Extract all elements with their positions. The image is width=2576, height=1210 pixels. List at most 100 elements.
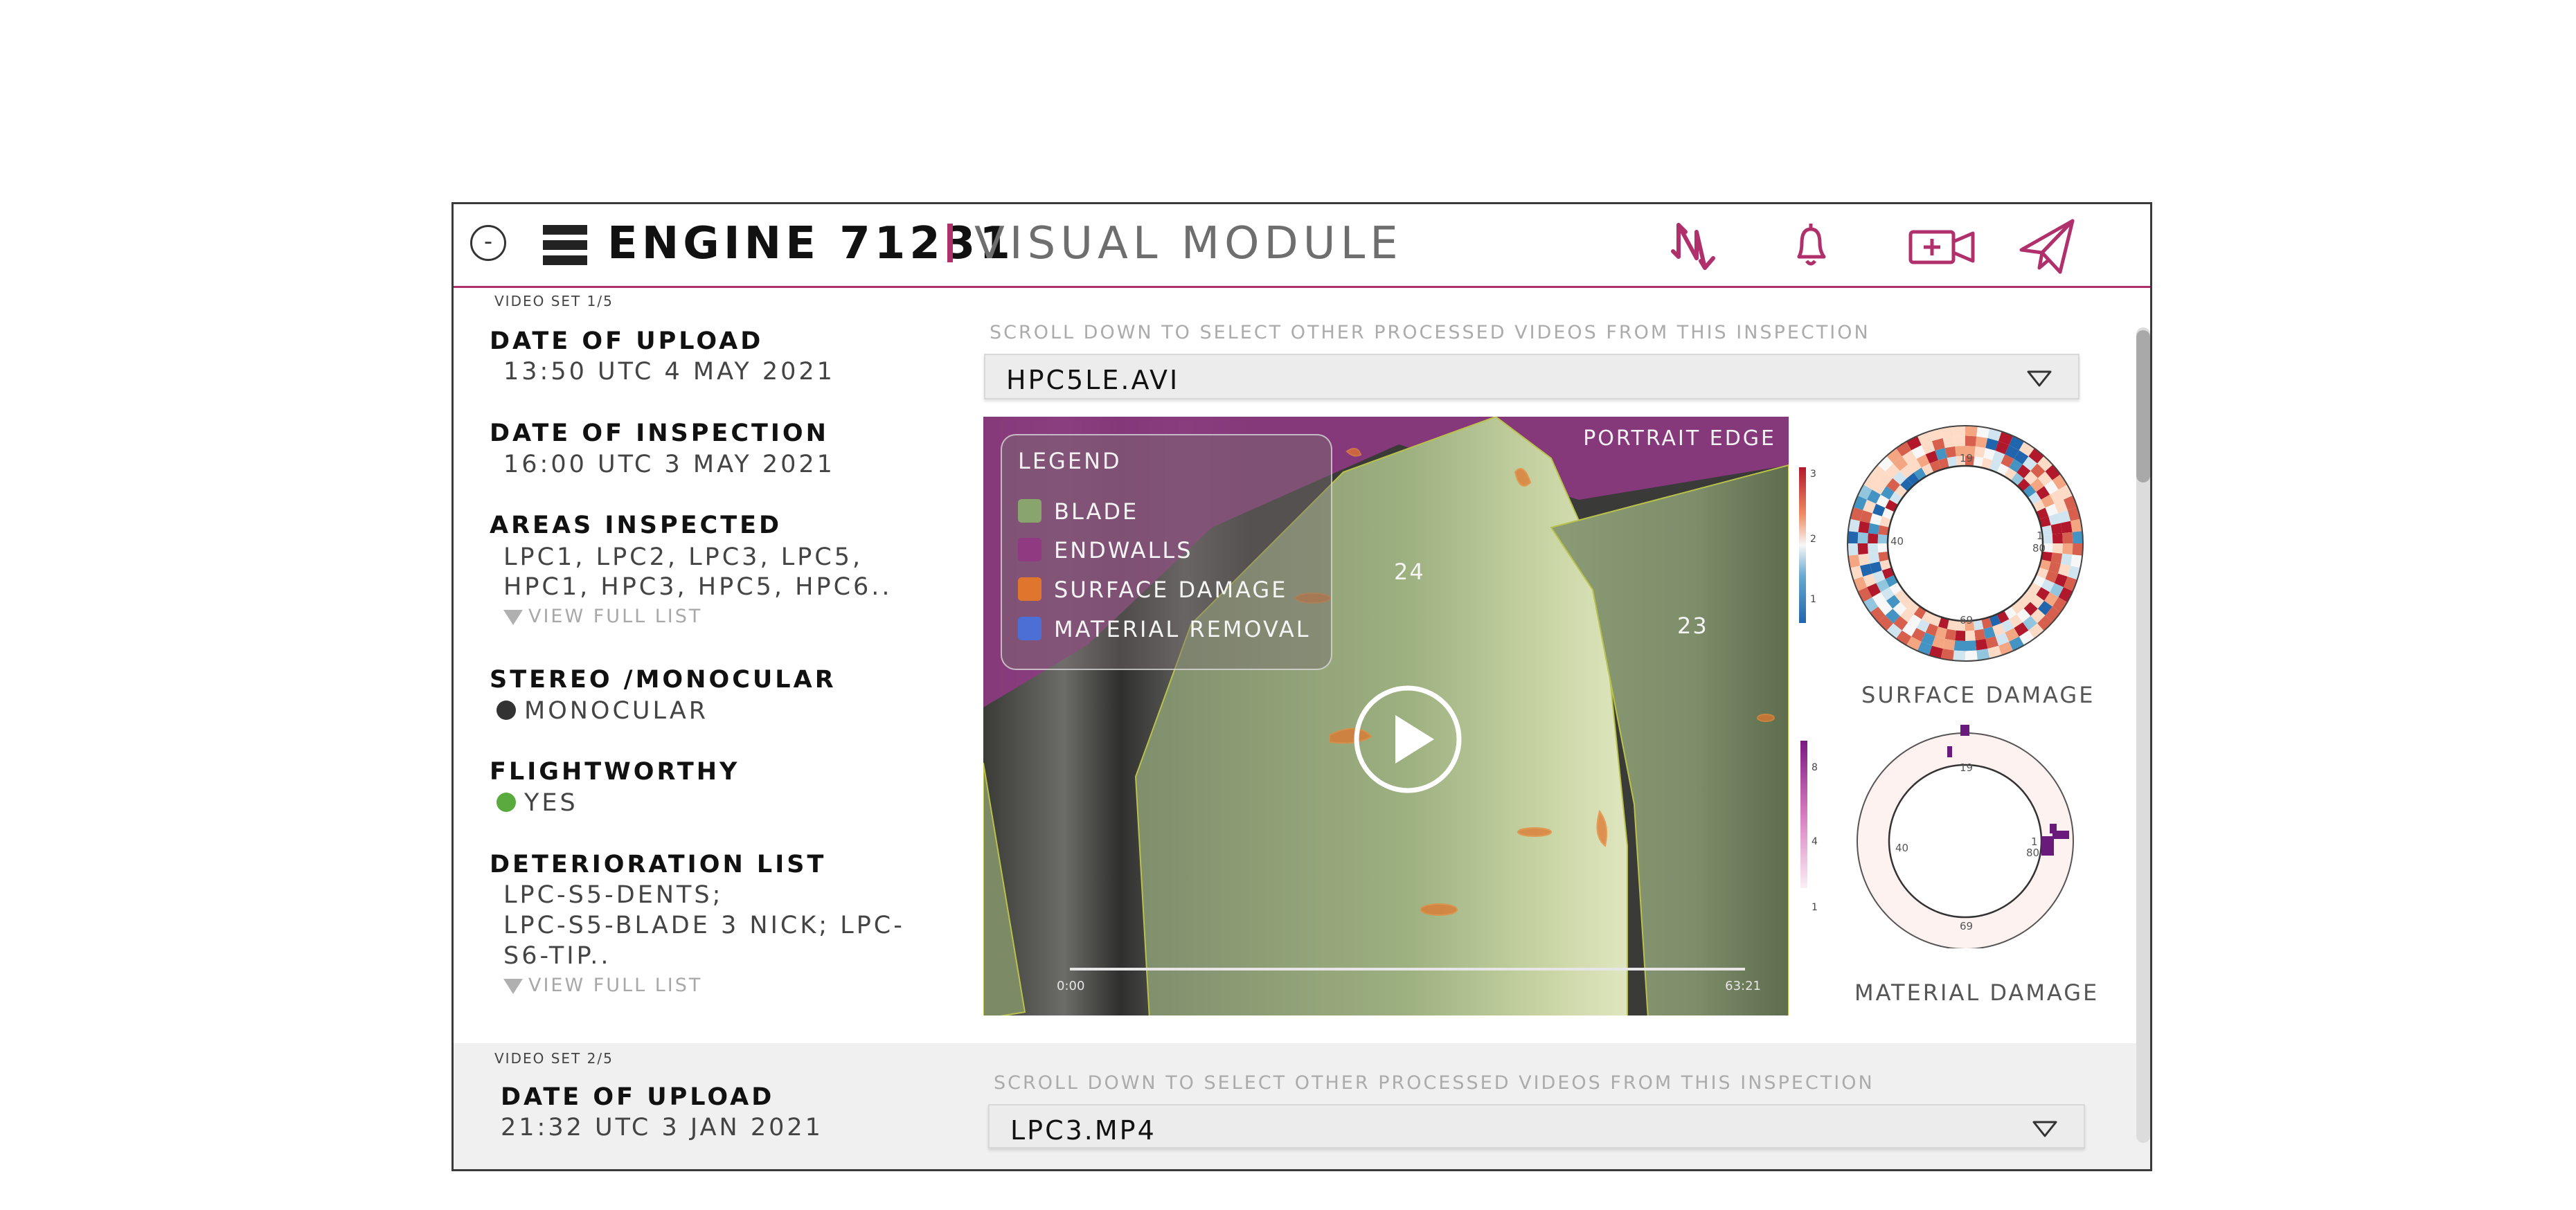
- heatmap-cell: [1857, 543, 1868, 555]
- heatmap-cell: [2062, 543, 2073, 555]
- engine-title: ENGINE 71231: [607, 218, 1014, 269]
- scale-tick: 1: [1810, 594, 1816, 605]
- switch-arrows-icon[interactable]: [1669, 217, 1717, 275]
- heatmap-cell: [1965, 435, 1977, 446]
- flightworthy-value-text: YES: [524, 789, 578, 817]
- video-select-value: LPC3.MP4: [1010, 1115, 1156, 1146]
- ring-label: 80: [2032, 542, 2046, 554]
- video-select-value: HPC5LE.AVI: [1006, 365, 1180, 395]
- ring-label: 69: [1960, 920, 1974, 932]
- status-dot-icon: [497, 701, 516, 720]
- heatmap-cell: [1858, 553, 1870, 566]
- scale-tick: 3: [1810, 469, 1816, 480]
- header-bar: - ENGINE 71231 VISUAL MODULE: [454, 204, 2150, 288]
- surface-damage-caption: SURFACE DAMAGE: [1861, 682, 2095, 708]
- scrollbar-thumb[interactable]: [2136, 330, 2150, 482]
- deterioration-list-label: DETERIORATION LIST: [490, 851, 827, 878]
- heatmap-cell: [1975, 436, 1988, 449]
- video-player[interactable]: LEGEND BLADE ENDWALLS SURFACE DAMAGE MAT…: [983, 417, 1789, 1015]
- view-full-list-link[interactable]: VIEW FULL LIST: [503, 975, 702, 996]
- ring-label: 19: [1960, 761, 1974, 774]
- time-start: 0:00: [1057, 979, 1085, 993]
- video-set-label: VIDEO SET 2/5: [494, 1050, 614, 1067]
- play-icon[interactable]: [1352, 684, 1463, 795]
- heatmap-cell: [1877, 543, 1888, 553]
- heatmap-cell: [1848, 543, 1859, 556]
- visual-module-window: - ENGINE 71231 VISUAL MODULE VIDEO SET 1…: [451, 202, 2152, 1171]
- legend-label: BLADE: [1054, 498, 1139, 525]
- chevron-down-icon: [2032, 1121, 2057, 1137]
- heatmap-cell: [2072, 531, 2083, 543]
- upload-date-value: 13:50 UTC 4 MAY 2021: [503, 358, 835, 386]
- view-full-list-link[interactable]: VIEW FULL LIST: [503, 606, 702, 627]
- stereo-value-text: MONOCULAR: [524, 697, 709, 725]
- menu-icon[interactable]: [543, 225, 587, 265]
- ring-inner-circle: [1888, 764, 2043, 919]
- flightworthy-value: YES: [497, 789, 578, 817]
- scale-tick: 8: [1812, 762, 1818, 773]
- surface-damage-chart: [1799, 425, 2084, 662]
- chevron-down-icon: [2027, 370, 2052, 387]
- heatmap-cell: [2062, 532, 2073, 543]
- damage-mark: [1947, 746, 1952, 757]
- heatmap-cell: [1877, 534, 1888, 543]
- video-select[interactable]: LPC3.MP4: [988, 1104, 2085, 1148]
- heatmap-cell: [1953, 435, 1965, 446]
- blade-number-label: 23: [1677, 613, 1708, 639]
- upload-date-value: 21:32 UTC 3 JAN 2021: [501, 1114, 823, 1141]
- heatmap-cell: [2052, 533, 2063, 543]
- heatmap-cell: [1965, 630, 1976, 641]
- ring-inner-circle: [1886, 464, 2044, 622]
- send-icon[interactable]: [2017, 217, 2077, 275]
- damage-mark: [2050, 824, 2057, 833]
- heatmap-cell: [1942, 436, 1956, 449]
- heatmap-cell: [2052, 543, 2063, 554]
- ring-label: 80: [2026, 847, 2040, 859]
- material-damage-chart: [1800, 725, 2074, 948]
- legend-label: SURFACE DAMAGE: [1054, 577, 1288, 603]
- ring-label: 40: [1890, 535, 1904, 548]
- view-full-list-label: VIEW FULL LIST: [528, 606, 703, 627]
- add-video-icon[interactable]: [1908, 217, 1977, 275]
- flightworthy-label: FLIGHTWORTHY: [490, 758, 740, 786]
- bell-icon[interactable]: [1787, 217, 1835, 275]
- upload-date-label: DATE OF UPLOAD: [490, 327, 764, 355]
- deterioration-item: LPC-S5-BLADE 3 NICK; LPC-: [503, 912, 905, 939]
- color-scale-bar: [1799, 467, 1806, 623]
- ring-label: 69: [1960, 614, 1974, 626]
- upload-date-label: DATE OF UPLOAD: [501, 1083, 775, 1111]
- heatmap-cell: [2072, 543, 2083, 556]
- legend-item: ENDWALLS: [1018, 537, 1193, 563]
- legend-swatch: [1018, 577, 1041, 601]
- portrait-edge-label: PORTRAIT EDGE: [1583, 426, 1776, 451]
- collapse-button[interactable]: -: [470, 225, 506, 261]
- module-title: VISUAL MODULE: [974, 218, 1403, 269]
- status-dot-icon: [497, 793, 516, 812]
- heatmap-cell: [1868, 533, 1879, 543]
- legend-swatch: [1018, 499, 1041, 523]
- legend-label: ENDWALLS: [1054, 537, 1193, 563]
- scale-tick: 2: [1810, 534, 1816, 545]
- legend-item: SURFACE DAMAGE: [1018, 577, 1287, 603]
- heatmap-cell: [1857, 532, 1868, 543]
- legend-swatch: [1018, 538, 1041, 561]
- video-set-label: VIDEO SET 1/5: [494, 293, 614, 309]
- damage-mark: [1960, 725, 1969, 736]
- video-select[interactable]: HPC5LE.AVI: [984, 354, 2079, 399]
- heatmap-cell: [1975, 638, 1988, 651]
- view-full-list-label: VIEW FULL LIST: [528, 975, 703, 996]
- ring-label: 19: [1960, 452, 1974, 464]
- stereo-value: MONOCULAR: [497, 697, 708, 725]
- heatmap-cell: [1955, 630, 1965, 641]
- blade-number-label: 24: [1394, 559, 1425, 585]
- legend-swatch: [1018, 617, 1041, 640]
- inspection-date-value: 16:00 UTC 3 MAY 2021: [503, 451, 835, 478]
- heatmap-cell: [1868, 543, 1879, 554]
- areas-inspected-line: HPC1, HPC3, HPC5, HPC6..: [503, 573, 893, 601]
- scale-tick: 4: [1812, 836, 1818, 847]
- areas-inspected-line: LPC1, LPC2, LPC3, LPC5,: [503, 543, 864, 571]
- heatmap-cell: [1965, 426, 1978, 437]
- heatmap-cell: [1942, 638, 1956, 651]
- legend-label: MATERIAL REMOVAL: [1054, 616, 1311, 642]
- heatmap-cell: [1953, 640, 1965, 651]
